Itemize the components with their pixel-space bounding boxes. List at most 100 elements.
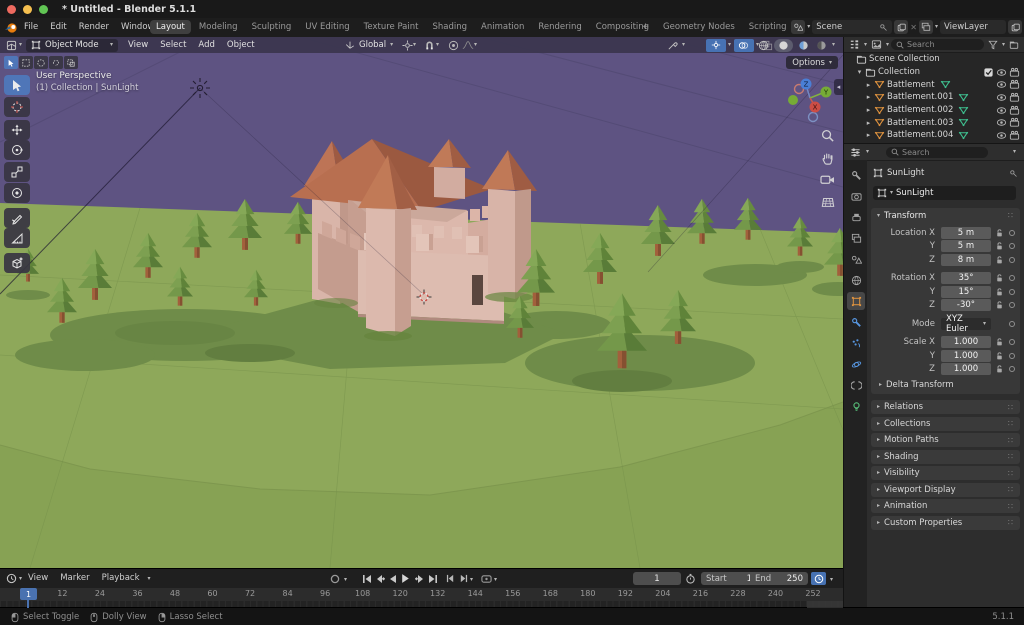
pin-icon[interactable] bbox=[879, 23, 888, 32]
tool-cursor-button[interactable] bbox=[4, 97, 30, 117]
eye-icon[interactable] bbox=[995, 130, 1008, 141]
tool-measure-button[interactable] bbox=[4, 228, 30, 248]
blender-logo-icon[interactable] bbox=[4, 21, 18, 34]
view-layer-icon[interactable] bbox=[919, 20, 933, 34]
properties-tab-scene[interactable] bbox=[847, 250, 865, 268]
properties-tab-object-data[interactable] bbox=[847, 397, 865, 415]
animate-decorator-icon[interactable] bbox=[1009, 275, 1015, 281]
tool-rotate-button[interactable] bbox=[4, 140, 30, 160]
close-window-button[interactable] bbox=[7, 5, 16, 14]
properties-tab-tool[interactable] bbox=[847, 166, 865, 184]
pan-hand-icon[interactable] bbox=[819, 149, 836, 166]
animate-decorator-icon[interactable] bbox=[1009, 321, 1015, 327]
animate-decorator-icon[interactable] bbox=[1009, 353, 1015, 359]
animate-decorator-icon[interactable] bbox=[1009, 257, 1015, 263]
select-circle-button[interactable] bbox=[34, 56, 48, 69]
transform-value-field[interactable]: 5 m bbox=[941, 227, 991, 239]
editor-type-caret-icon[interactable]: ▾ bbox=[19, 42, 22, 48]
camera-icon[interactable] bbox=[1008, 117, 1021, 128]
mode-dropdown[interactable]: Object Mode ▾ bbox=[26, 39, 118, 52]
animate-decorator-icon[interactable] bbox=[1009, 230, 1015, 236]
gizmo-caret-icon[interactable]: ▾ bbox=[728, 42, 731, 48]
unlink-scene-button[interactable]: ✕ bbox=[910, 23, 917, 32]
tool-scale-button[interactable] bbox=[4, 162, 30, 182]
timeline-ruler[interactable]: 1224364860728496108120132144156168180192… bbox=[0, 588, 843, 601]
view-layer-caret-icon[interactable]: ▾ bbox=[935, 24, 938, 30]
camera-icon[interactable] bbox=[1008, 92, 1021, 103]
object-name-field[interactable]: ▾ SunLight bbox=[873, 186, 1016, 200]
playback-sync-toggle[interactable] bbox=[811, 572, 826, 585]
tool-annotate-button[interactable] bbox=[4, 208, 30, 228]
viewport-menu-select[interactable]: Select bbox=[154, 37, 192, 53]
chevron-right-icon[interactable]: ▸ bbox=[864, 119, 873, 127]
properties-tab-particles[interactable] bbox=[847, 334, 865, 352]
timeline-menu-marker[interactable]: Marker bbox=[54, 569, 95, 588]
section-collections[interactable]: ▸Collections∷ bbox=[871, 417, 1020, 431]
prev-frame-button[interactable] bbox=[444, 572, 457, 585]
lock-icon[interactable] bbox=[993, 255, 1006, 265]
camera-icon[interactable] bbox=[1008, 79, 1021, 90]
options-button[interactable]: Options▾ bbox=[786, 56, 838, 69]
proportional-edit-icon[interactable] bbox=[446, 39, 461, 52]
add-workspace-button[interactable]: + bbox=[636, 20, 655, 34]
outliner-row-battlement-002[interactable]: ▸Battlement.002 bbox=[844, 104, 1024, 117]
show-gizmo-toggle[interactable] bbox=[706, 39, 726, 52]
properties-options-caret-icon[interactable]: ▾ bbox=[1013, 149, 1016, 155]
properties-tab-world[interactable] bbox=[847, 271, 865, 289]
lock-icon[interactable] bbox=[993, 273, 1006, 283]
select-intersect-button[interactable] bbox=[64, 56, 78, 69]
chevron-right-icon[interactable]: ▸ bbox=[864, 131, 873, 139]
transform-mode-select[interactable]: XYZ Euler▾ bbox=[941, 318, 991, 330]
properties-type-caret-icon[interactable]: ▾ bbox=[866, 149, 869, 155]
workspace-tab-scripting[interactable]: Scripting bbox=[743, 20, 793, 34]
chevron-down-icon[interactable]: ▾ bbox=[855, 68, 864, 76]
viewport-canvas[interactable] bbox=[0, 37, 843, 568]
tool-transform-button[interactable] bbox=[4, 183, 30, 203]
workspace-tab-animation[interactable]: Animation bbox=[475, 20, 530, 34]
shading-material-button[interactable] bbox=[796, 39, 811, 52]
outliner-type-caret-icon[interactable]: ▾ bbox=[864, 42, 867, 48]
section-shading[interactable]: ▸Shading∷ bbox=[871, 450, 1020, 464]
outliner-search-input[interactable]: Search bbox=[891, 39, 984, 50]
menu-file[interactable]: File bbox=[18, 18, 44, 37]
chevron-right-icon[interactable]: ▸ bbox=[864, 81, 873, 89]
section-relations[interactable]: ▸Relations∷ bbox=[871, 400, 1020, 414]
properties-tab-physics[interactable] bbox=[847, 355, 865, 373]
viewport-menu-add[interactable]: Add bbox=[192, 37, 220, 53]
select-lasso-button[interactable] bbox=[49, 56, 63, 69]
workspace-tab-rendering[interactable]: Rendering bbox=[532, 20, 587, 34]
jump-to-end-button[interactable] bbox=[426, 572, 439, 585]
eye-icon[interactable] bbox=[995, 92, 1008, 103]
snap-caret-icon[interactable]: ▾ bbox=[436, 42, 439, 48]
auto-key-caret-icon[interactable]: ▾ bbox=[344, 577, 347, 583]
animate-decorator-icon[interactable] bbox=[1009, 243, 1015, 249]
section-viewport-display[interactable]: ▸Viewport Display∷ bbox=[871, 483, 1020, 497]
scene-caret-icon[interactable]: ▾ bbox=[807, 24, 810, 30]
properties-search-input[interactable]: Search bbox=[886, 147, 988, 158]
maximize-window-button[interactable] bbox=[39, 5, 48, 14]
snap-target-caret-icon[interactable]: ▾ bbox=[413, 42, 416, 48]
properties-tab-render[interactable] bbox=[847, 187, 865, 205]
properties-editor-type-icon[interactable] bbox=[848, 146, 863, 159]
viewport-3d[interactable]: ▾ Object Mode ▾ ViewSelectAddObject Glob… bbox=[0, 37, 843, 568]
next-frame-button[interactable] bbox=[457, 572, 470, 585]
play-reverse-button[interactable] bbox=[386, 572, 399, 585]
section-visibility[interactable]: ▸Visibility∷ bbox=[871, 466, 1020, 480]
auto-keying-toggle[interactable] bbox=[328, 572, 341, 585]
playback-caret-icon[interactable]: ▾ bbox=[148, 576, 151, 582]
transform-value-field[interactable]: 1.000 bbox=[941, 336, 991, 348]
object-type-visibility-icon[interactable] bbox=[665, 39, 680, 52]
eye-icon[interactable] bbox=[995, 67, 1008, 78]
display-mode-caret-icon[interactable]: ▾ bbox=[886, 42, 889, 48]
object-type-caret-icon[interactable]: ▾ bbox=[682, 42, 685, 48]
lock-icon[interactable] bbox=[993, 300, 1006, 310]
properties-tab-modifiers[interactable] bbox=[847, 313, 865, 331]
workspace-tab-uv-editing[interactable]: UV Editing bbox=[299, 20, 355, 34]
transform-value-field[interactable]: -30° bbox=[941, 299, 991, 311]
outliner-row-scene-collection[interactable]: Scene Collection bbox=[844, 53, 1024, 66]
properties-tab-output[interactable] bbox=[847, 208, 865, 226]
checkbox-icon[interactable] bbox=[982, 67, 995, 78]
transform-value-field[interactable]: 35° bbox=[941, 272, 991, 284]
properties-tab-view-layer[interactable] bbox=[847, 229, 865, 247]
tool-move-button[interactable] bbox=[4, 120, 30, 140]
